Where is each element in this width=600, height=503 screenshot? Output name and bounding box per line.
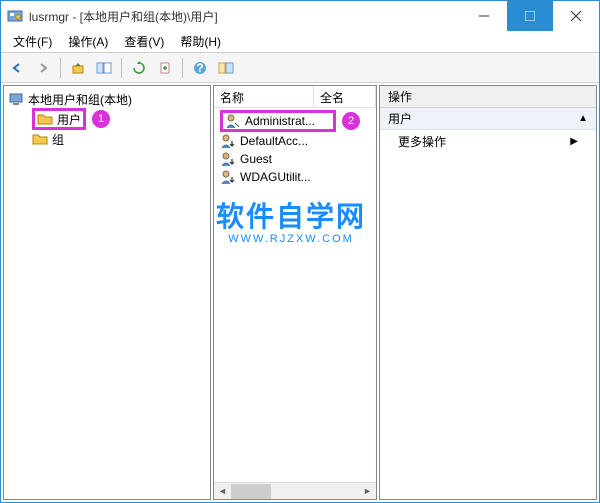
highlight-2: Administrat... — [220, 110, 336, 132]
user-down-icon — [220, 133, 236, 149]
horizontal-scrollbar[interactable]: ◄ ► — [214, 482, 376, 499]
tree-groups[interactable]: 组 — [6, 130, 208, 148]
column-headers: 名称 全名 — [214, 86, 376, 108]
badge-1: 1 — [92, 110, 110, 128]
list-pane: 名称 全名 Administrat... 2 DefaultAcc... — [213, 85, 377, 500]
list-item[interactable]: Guest — [216, 150, 374, 168]
app-icon — [7, 8, 23, 24]
actions-section-label: 用户 — [388, 110, 412, 127]
tree[interactable]: 本地用户和组(本地) 用户 1 组 — [4, 86, 210, 499]
list-item[interactable]: WDAGUtilit... — [216, 168, 374, 186]
user-icon — [225, 113, 241, 129]
folder-icon — [32, 132, 48, 146]
maximize-button[interactable] — [507, 1, 553, 31]
tree-root-label: 本地用户和组(本地) — [28, 91, 132, 108]
toolbar-separator — [60, 58, 61, 78]
up-button[interactable] — [66, 56, 90, 80]
scroll-track[interactable] — [231, 483, 359, 500]
blank-area — [380, 152, 596, 499]
actions-pane: 操作 用户 ▲ 更多操作 ▶ — [379, 85, 597, 500]
list-item[interactable]: Administrat... 2 — [216, 112, 374, 130]
menu-action[interactable]: 操作(A) — [60, 31, 116, 52]
export-button[interactable] — [153, 56, 177, 80]
titlebar: lusrmgr - [本地用户和组(本地)\用户] — [1, 1, 599, 31]
folder-icon — [37, 112, 53, 126]
refresh-button[interactable] — [127, 56, 151, 80]
actions-header: 操作 — [380, 86, 596, 108]
menu-file[interactable]: 文件(F) — [5, 31, 60, 52]
tree-users[interactable]: 用户 1 — [6, 110, 208, 128]
computer-icon — [8, 91, 24, 107]
user-down-icon — [220, 169, 236, 185]
menu-help[interactable]: 帮助(H) — [172, 31, 229, 52]
forward-button[interactable] — [31, 56, 55, 80]
collapse-icon: ▲ — [578, 113, 588, 124]
window-buttons — [461, 1, 599, 31]
close-button[interactable] — [553, 1, 599, 31]
properties-button[interactable] — [214, 56, 238, 80]
back-button[interactable] — [5, 56, 29, 80]
app-window: lusrmgr - [本地用户和组(本地)\用户] 文件(F) 操作(A) 查看… — [0, 0, 600, 503]
toolbar: ? — [1, 53, 599, 83]
tree-pane: 本地用户和组(本地) 用户 1 组 — [3, 85, 211, 500]
tree-users-label: 用户 — [57, 111, 81, 128]
list-item-label: Guest — [240, 152, 272, 166]
highlight-1: 用户 — [32, 108, 86, 130]
tree-groups-label: 组 — [52, 131, 64, 148]
minimize-button[interactable] — [461, 1, 507, 31]
list-item-label: DefaultAcc... — [240, 134, 308, 148]
actions-more[interactable]: 更多操作 ▶ — [380, 130, 596, 152]
scroll-left-icon[interactable]: ◄ — [214, 483, 231, 500]
menu-view[interactable]: 查看(V) — [116, 31, 172, 52]
window-title: lusrmgr - [本地用户和组(本地)\用户] — [29, 8, 461, 25]
actions-section[interactable]: 用户 ▲ — [380, 108, 596, 130]
column-fullname[interactable]: 全名 — [314, 86, 376, 107]
list-item-label: WDAGUtilit... — [240, 170, 311, 184]
badge-2: 2 — [342, 112, 360, 130]
list-item[interactable]: DefaultAcc... — [216, 132, 374, 150]
tree-root[interactable]: 本地用户和组(本地) — [6, 90, 208, 108]
scroll-right-icon[interactable]: ► — [359, 483, 376, 500]
actions-more-label: 更多操作 — [398, 133, 446, 150]
chevron-right-icon: ▶ — [570, 136, 578, 147]
users-list[interactable]: Administrat... 2 DefaultAcc... Guest WDA… — [214, 108, 376, 482]
actions-body: 用户 ▲ 更多操作 ▶ — [380, 108, 596, 499]
user-down-icon — [220, 151, 236, 167]
column-name[interactable]: 名称 — [214, 86, 314, 107]
toolbar-separator — [182, 58, 183, 78]
list-item-label: Administrat... — [245, 114, 315, 128]
help-button[interactable]: ? — [188, 56, 212, 80]
svg-text:?: ? — [196, 61, 203, 75]
show-hide-button[interactable] — [92, 56, 116, 80]
body: 本地用户和组(本地) 用户 1 组 名称 全名 — [1, 83, 599, 502]
scroll-thumb[interactable] — [231, 484, 271, 499]
menubar: 文件(F) 操作(A) 查看(V) 帮助(H) — [1, 31, 599, 53]
toolbar-separator — [121, 58, 122, 78]
